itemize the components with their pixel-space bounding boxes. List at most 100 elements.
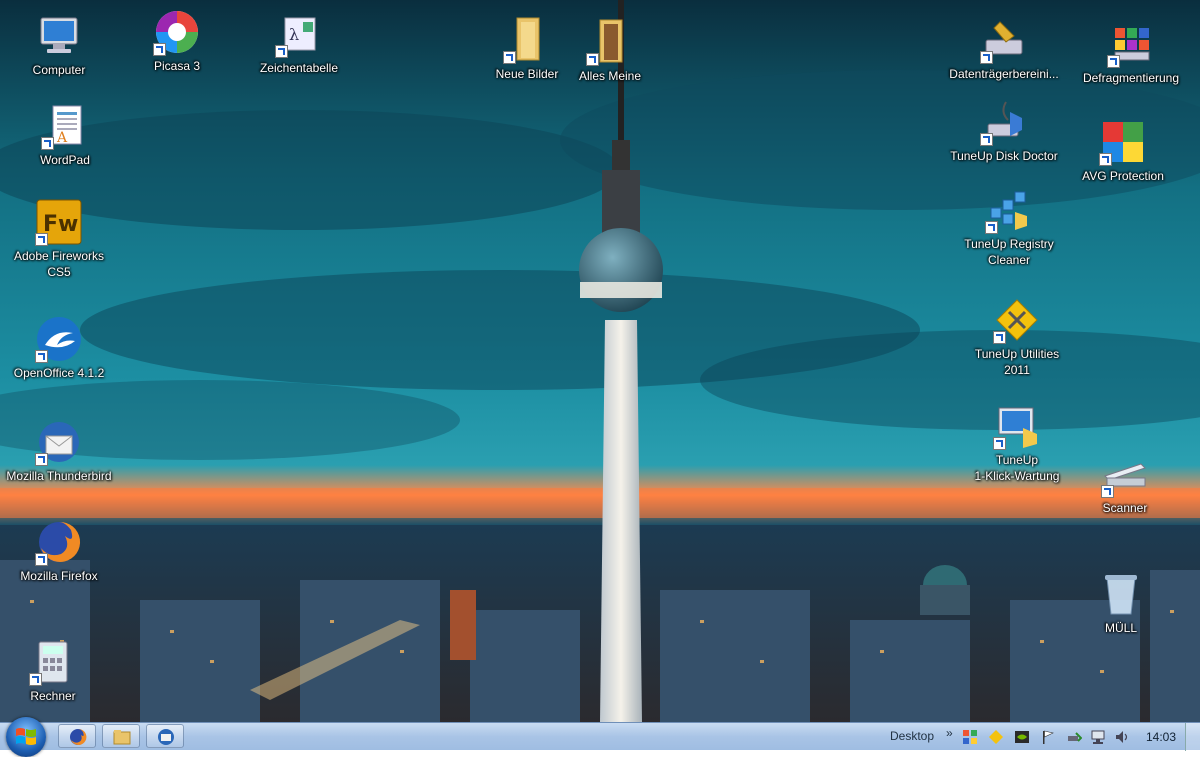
desktop-icon-scanner[interactable]: Scanner [1070,450,1180,516]
show-desktop-button[interactable] [1185,723,1200,751]
icon-label: TuneUp Disk Doctor [950,149,1058,163]
shortcut-arrow-icon [1107,55,1120,68]
volume-icon[interactable] [1114,729,1130,745]
icon-label: TuneUp 1-Klick-Wartung [974,453,1060,483]
thunderbird-icon [158,729,174,745]
icon-label: WordPad [40,153,90,167]
icon-label: Scanner [1102,501,1148,515]
shortcut-arrow-icon [985,221,998,234]
icon-label: Adobe Fireworks CS5 [13,249,105,279]
tuneup-utilities-icon [993,296,1041,344]
svg-text:A: A [56,130,68,146]
action-center-flag-icon[interactable] [1040,729,1056,745]
openoffice-icon [35,315,83,363]
desktop-icon-picasa[interactable]: Picasa 3 [122,8,232,74]
folder-icon [113,730,131,745]
picasa-icon [153,8,201,56]
wordpad-icon: A [41,102,89,150]
firefox-icon [70,728,87,745]
desktop-icon-firefox[interactable]: Mozilla Firefox [4,518,114,584]
network-icon[interactable] [1090,729,1106,745]
computer-icon [35,12,83,60]
one-click-maintenance-icon [993,402,1041,450]
clock[interactable]: 14:03 [1146,730,1176,744]
desktop-icon-zeichentabelle[interactable]: λ Zeichentabelle [244,10,354,76]
desktop-icon-wordpad[interactable]: A WordPad [10,102,120,168]
taskbar: Desktop » 14:03 [0,717,1200,757]
defragment-icon [1107,20,1155,68]
icon-label: Computer [32,63,86,77]
desktop-icon-tuneup-disk[interactable]: TuneUp Disk Doctor [949,98,1059,164]
fireworks-icon: Fw [35,198,83,246]
taskbar-firefox-button[interactable] [58,724,96,748]
desktop-icon-computer[interactable]: Computer [4,12,114,78]
shortcut-arrow-icon [503,51,516,64]
taskbar-explorer-button[interactable] [102,724,140,748]
desktop-icon-datentraeger[interactable]: Datenträgerbereini... [949,16,1059,82]
desktop-icon-defrag[interactable]: Defragmentierung [1076,20,1186,86]
icon-label: TuneUp Registry Cleaner [964,237,1054,267]
safely-remove-icon[interactable] [1066,729,1082,745]
shortcut-arrow-icon [35,233,48,246]
desktop-icon-recycle-bin[interactable]: MÜLL [1066,570,1176,636]
svg-text:λ: λ [289,25,299,44]
character-map-icon: λ [275,10,323,58]
shortcut-arrow-icon [993,331,1006,344]
start-button[interactable] [6,717,46,757]
defrag-tray-icon[interactable] [962,729,978,745]
shortcut-arrow-icon [980,51,993,64]
avg-icon [1099,118,1147,166]
shortcut-arrow-icon [980,133,993,146]
shortcut-arrow-icon [586,53,599,66]
icon-label: Picasa 3 [153,59,201,73]
scanner-icon [1101,450,1149,498]
desktop-icon-openoffice[interactable]: OpenOffice 4.1.2 [4,315,114,381]
firefox-icon [35,518,83,566]
shortcut-arrow-icon [275,45,288,58]
shortcut-arrow-icon [1099,153,1112,166]
shortcut-arrow-icon [29,673,42,686]
desktop-icon-thunderbird[interactable]: Mozilla Thunderbird [4,418,114,484]
disk-cleanup-icon [980,16,1028,64]
shortcut-arrow-icon [153,43,166,56]
icon-label: Neue Bilder [495,67,559,81]
desktop-icon-tuneup-registry[interactable]: TuneUp Registry Cleaner [954,186,1064,268]
taskbar-thunderbird-button[interactable] [146,724,184,748]
desktop-toolbar-label[interactable]: Desktop [890,729,934,743]
icon-label: Mozilla Firefox [20,569,98,583]
windows-logo-icon [16,728,36,745]
tuneup-tray-icon[interactable] [988,729,1004,745]
desktop-icon-tuneup-utilities[interactable]: TuneUp Utilities 2011 [962,296,1072,378]
icon-label: Datenträgerbereini... [949,67,1059,81]
recycle-bin-icon [1097,570,1145,618]
shortcut-arrow-icon [41,137,54,150]
desktop-icon-rechner[interactable]: Rechner [0,638,108,704]
shortcut-arrow-icon [35,350,48,363]
desktop-icon-alles-meine[interactable]: Alles Meine [555,18,665,84]
calculator-icon [29,638,77,686]
shortcut-arrow-icon [35,553,48,566]
shortcut-arrow-icon [35,453,48,466]
nvidia-icon[interactable] [1014,729,1030,745]
icon-label: Alles Meine [578,69,642,83]
icon-label: Defragmentierung [1082,71,1180,85]
toolbar-chevron[interactable]: » [946,726,953,740]
folder-icon [503,16,551,64]
desktop-icon-avg[interactable]: AVG Protection [1068,118,1178,184]
icon-label: TuneUp Utilities 2011 [974,347,1060,377]
icon-label: Zeichentabelle [259,61,339,75]
shortcut-arrow-icon [993,437,1006,450]
icon-label: Mozilla Thunderbird [6,469,112,483]
icon-label: Rechner [30,689,76,703]
desktop-icon-tuneup-1klick[interactable]: TuneUp 1-Klick-Wartung [962,402,1072,484]
svg-text:Fw: Fw [43,212,78,237]
registry-cleaner-icon [985,186,1033,234]
folder-icon [586,18,634,66]
icon-label: AVG Protection [1082,169,1164,183]
disk-doctor-icon [980,98,1028,146]
icon-label: OpenOffice 4.1.2 [13,366,105,380]
thunderbird-icon [35,418,83,466]
shortcut-arrow-icon [1101,485,1114,498]
desktop-icon-fireworks[interactable]: Fw Adobe Fireworks CS5 [4,198,114,280]
icon-label: MÜLL [1104,621,1137,635]
